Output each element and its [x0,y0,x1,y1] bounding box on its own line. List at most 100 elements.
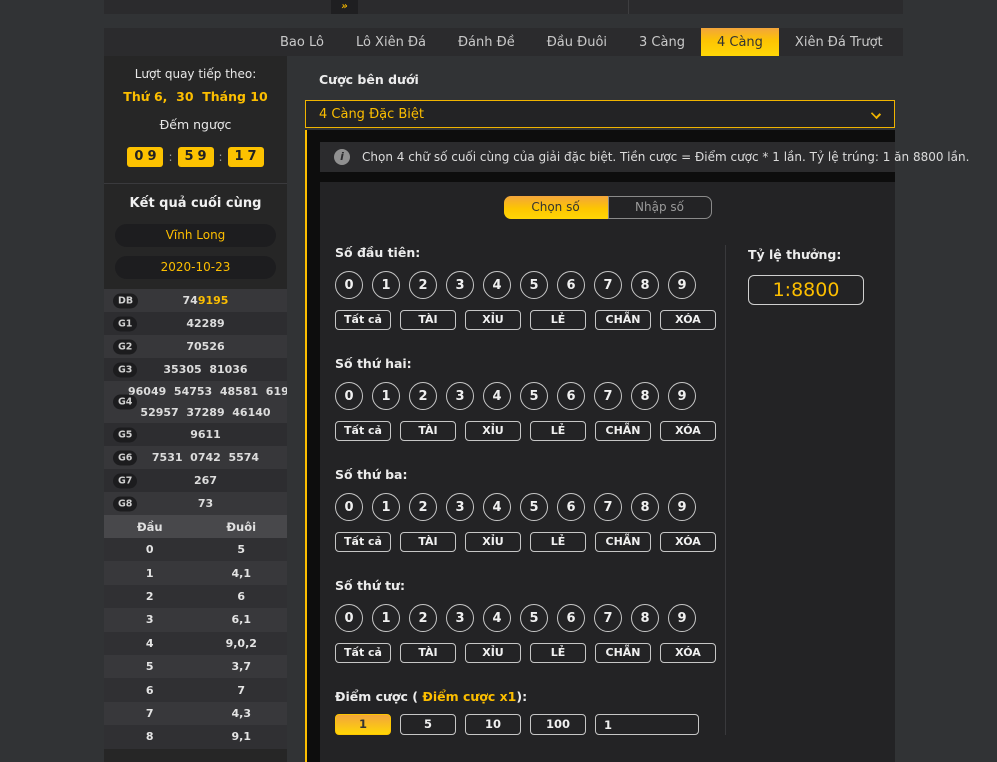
xiu-button[interactable]: XỈU [465,310,521,330]
prize-label: G2 [113,339,137,354]
digit-6-button[interactable]: 6 [557,493,585,521]
bet-points-chip-100[interactable]: 100 [530,714,586,735]
digit-6-button[interactable]: 6 [557,604,585,632]
digit-2-button[interactable]: 2 [409,382,437,410]
digit-1-button[interactable]: 1 [372,493,400,521]
chan-button[interactable]: CHẴN [595,532,651,552]
digit-5-button[interactable]: 5 [520,604,548,632]
digit-9-button[interactable]: 9 [668,604,696,632]
digit-9-button[interactable]: 9 [668,493,696,521]
prize-list: DB749195G142289G270526G335305 81036G4960… [104,289,287,515]
chevron-down-icon [871,109,881,119]
digit-5-button[interactable]: 5 [520,271,548,299]
digit-4-button[interactable]: 4 [483,493,511,521]
tat-ca-button[interactable]: Tất cả [335,643,391,663]
le-button[interactable]: LẺ [530,310,586,330]
tat-ca-button[interactable]: Tất cả [335,532,391,552]
tab-dau-duoi[interactable]: Đầu Đuôi [531,28,623,56]
head-tail-table: 0514,12636,149,0,253,76774,389,1 [104,538,287,749]
tab-bao-lo[interactable]: Bao Lô [264,28,340,56]
head-value: 7 [104,707,196,720]
tat-ca-button[interactable]: Tất cả [335,421,391,441]
tab-3-cang[interactable]: 3 Càng [623,28,701,56]
le-button[interactable]: LẺ [530,643,586,663]
tail-value: 6,1 [196,613,288,626]
xoa-button[interactable]: XÓA [660,421,716,441]
head-value: 5 [104,660,196,673]
digit-7-button[interactable]: 7 [594,382,622,410]
le-button[interactable]: LẺ [530,421,586,441]
digit-6-button[interactable]: 6 [557,271,585,299]
digit-0-button[interactable]: 0 [335,382,363,410]
digit-0-button[interactable]: 0 [335,493,363,521]
tai-button[interactable]: TÀI [400,310,456,330]
tail-value: 9,0,2 [196,637,288,650]
chan-button[interactable]: CHẴN [595,643,651,663]
digit-5-button[interactable]: 5 [520,493,548,521]
tab-danh-de[interactable]: Đánh Đề [442,28,531,56]
countdown-timer: 09 : 59 : 17 [104,147,287,167]
digit-4-button[interactable]: 4 [483,382,511,410]
digit-4-button[interactable]: 4 [483,271,511,299]
digit-0-button[interactable]: 0 [335,271,363,299]
tai-button[interactable]: TÀI [400,643,456,663]
mode-enter-numbers-button[interactable]: Nhập số [608,196,712,219]
digit-9-button[interactable]: 9 [668,271,696,299]
bet-type-select[interactable]: 4 Càng Đặc Biệt [305,100,895,128]
digit-4-button[interactable]: 4 [483,604,511,632]
region-select-pill[interactable]: Vĩnh Long [115,224,276,247]
digit-1-button[interactable]: 1 [372,271,400,299]
xiu-button[interactable]: XỈU [465,643,521,663]
bet-points-input[interactable] [595,714,699,735]
quick-buttons-row: Tất cả TÀI XỈU LẺ CHẴN XÓA [335,421,725,441]
tab-lo-xien-da[interactable]: Lô Xiên Đá [340,28,442,56]
digit-8-button[interactable]: 8 [631,493,659,521]
digit-2-button[interactable]: 2 [409,271,437,299]
prize-label: G6 [113,450,137,465]
digit-3-button[interactable]: 3 [446,493,474,521]
digit-5-button[interactable]: 5 [520,382,548,410]
digit-8-button[interactable]: 8 [631,604,659,632]
bet-points-chip-5[interactable]: 5 [400,714,456,735]
digit-0-button[interactable]: 0 [335,604,363,632]
expand-toolbar-icon[interactable]: » [331,0,358,14]
digit-8-button[interactable]: 8 [631,271,659,299]
digit-7-button[interactable]: 7 [594,271,622,299]
prize-row-g1: G142289 [104,312,287,335]
tab-xien-da-truot[interactable]: Xiên Đá Trượt [779,28,899,56]
chan-button[interactable]: CHẴN [595,421,651,441]
chan-button[interactable]: CHẴN [595,310,651,330]
digit-2-button[interactable]: 2 [409,493,437,521]
digit-9-button[interactable]: 9 [668,382,696,410]
tat-ca-button[interactable]: Tất cả [335,310,391,330]
xoa-button[interactable]: XÓA [660,643,716,663]
le-button[interactable]: LẺ [530,532,586,552]
digit-7-button[interactable]: 7 [594,604,622,632]
digit-1-button[interactable]: 1 [372,604,400,632]
ratio-value: 1:8800 [773,279,840,301]
tai-button[interactable]: TÀI [400,421,456,441]
digit-7-button[interactable]: 7 [594,493,622,521]
countdown-minutes: 59 [178,147,214,167]
ratio-label: Tỷ lệ thưởng: [748,247,864,262]
tab-4-cang[interactable]: 4 Càng [701,28,779,56]
tail-value: 3,7 [196,660,288,673]
digit-3-button[interactable]: 3 [446,382,474,410]
next-draw-block: Lượt quay tiếp theo: Thứ 6, 30 Tháng 10 … [104,56,287,167]
xoa-button[interactable]: XÓA [660,532,716,552]
xiu-button[interactable]: XỈU [465,532,521,552]
xoa-button[interactable]: XÓA [660,310,716,330]
digit-2-button[interactable]: 2 [409,604,437,632]
digit-8-button[interactable]: 8 [631,382,659,410]
digit-6-button[interactable]: 6 [557,382,585,410]
mode-select-numbers-button[interactable]: Chọn số [504,196,608,219]
xiu-button[interactable]: XỈU [465,421,521,441]
bet-points-chip-10[interactable]: 10 [465,714,521,735]
digit-3-button[interactable]: 3 [446,271,474,299]
digit-1-button[interactable]: 1 [372,382,400,410]
bet-points-chip-1[interactable]: 1 [335,714,391,735]
section-label: Số thứ hai: [335,356,725,371]
tai-button[interactable]: TÀI [400,532,456,552]
digit-3-button[interactable]: 3 [446,604,474,632]
date-select-pill[interactable]: 2020-10-23 [115,256,276,279]
